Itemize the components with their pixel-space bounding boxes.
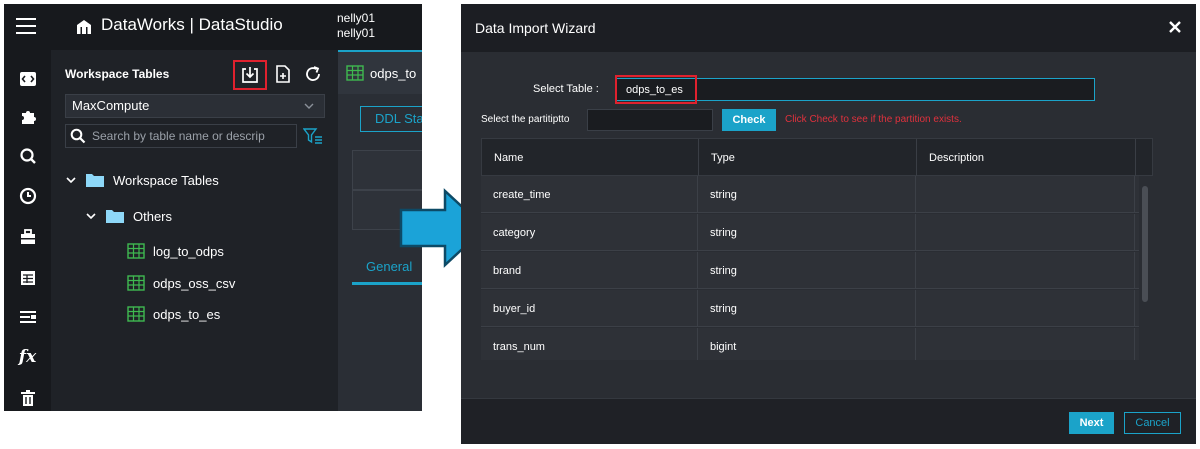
tree-table-odps-oss-csv[interactable]: odps_oss_csv xyxy=(127,275,235,291)
table-row: create_time string xyxy=(481,176,1139,213)
new-table-icon[interactable] xyxy=(273,64,293,84)
cell-description xyxy=(916,328,1135,360)
editor-form-row xyxy=(352,150,422,190)
tree-table-odps-to-es[interactable]: odps_to_es xyxy=(127,306,220,322)
partition-input[interactable] xyxy=(587,109,713,131)
trash-icon[interactable] xyxy=(4,385,51,411)
table-icon xyxy=(127,243,145,259)
user-info[interactable]: nelly01 nelly01 xyxy=(337,11,375,41)
check-hint-text: Click Check to see if the partition exis… xyxy=(785,114,962,125)
workspace-tables-panel: Workspace Tables MaxCompute Search by ta… xyxy=(51,50,338,411)
search-icon[interactable] xyxy=(4,143,51,169)
check-button[interactable]: Check xyxy=(722,109,776,131)
app-brand: DataWorks | DataStudio xyxy=(101,15,283,34)
cell-type: string xyxy=(698,176,916,213)
tree-node-label: odps_oss_csv xyxy=(153,275,236,291)
top-bar: DataWorks | DataStudio nelly01 nelly01 xyxy=(51,4,422,50)
cell-description xyxy=(916,290,1135,327)
column-header-description: Description xyxy=(917,139,1136,177)
cell-type: string xyxy=(698,290,916,327)
table-row: buyer_id string xyxy=(481,290,1139,327)
data-import-wizard-dialog: Data Import Wizard Select Table : Select… xyxy=(461,4,1196,444)
dialog-footer: Next Cancel xyxy=(461,398,1196,444)
user-account: nelly01 xyxy=(337,26,376,40)
refresh-icon[interactable] xyxy=(303,64,323,84)
editor-tab-odps-to-es[interactable]: odps_to xyxy=(338,50,422,94)
search-box xyxy=(65,124,297,148)
tab-general-indicator xyxy=(352,282,422,285)
filter-icon[interactable] xyxy=(303,127,323,145)
table-icon[interactable] xyxy=(4,265,51,291)
cell-description xyxy=(916,252,1135,289)
chevron-down-icon xyxy=(66,177,76,184)
folder-icon xyxy=(106,210,124,223)
cell-name: create_time xyxy=(481,176,698,213)
code-icon[interactable] xyxy=(4,66,51,92)
cancel-button[interactable]: Cancel xyxy=(1124,412,1181,434)
function-icon[interactable]: fx xyxy=(4,344,51,370)
select-table-input[interactable] xyxy=(615,78,1095,101)
table-icon xyxy=(127,275,145,291)
column-header-type: Type xyxy=(699,139,917,177)
partition-label: Select the partitiptto xyxy=(481,114,570,125)
user-name: nelly01 xyxy=(337,11,376,25)
engine-select-value: MaxCompute xyxy=(72,98,150,113)
puzzle-icon[interactable] xyxy=(4,104,51,130)
list-icon[interactable] xyxy=(4,304,51,330)
tree-node-label: Workspace Tables xyxy=(113,172,219,188)
ddl-statement-button[interactable]: DDL Sta xyxy=(360,106,422,132)
cell-type: bigint xyxy=(698,328,916,360)
clock-icon[interactable] xyxy=(4,183,51,209)
folder-icon xyxy=(86,174,104,187)
cell-description xyxy=(916,176,1135,213)
search-icon xyxy=(70,128,86,144)
dialog-header: Data Import Wizard xyxy=(461,4,1196,52)
tree-node-others[interactable]: Others xyxy=(85,208,172,224)
chevron-down-icon xyxy=(86,213,96,220)
table-row: brand string xyxy=(481,252,1139,289)
column-header-name: Name xyxy=(482,139,699,177)
chevron-down-icon xyxy=(304,103,314,109)
import-table-button[interactable] xyxy=(233,60,267,90)
cell-description xyxy=(916,214,1135,251)
cell-type: string xyxy=(698,252,916,289)
tree-node-label: Others xyxy=(133,208,173,224)
dataworks-logo-icon xyxy=(77,20,91,34)
cell-name: trans_num xyxy=(481,328,698,360)
tree-node-label: log_to_odps xyxy=(153,243,224,259)
cell-type: string xyxy=(698,214,916,251)
close-button[interactable] xyxy=(1164,16,1186,38)
next-button[interactable]: Next xyxy=(1069,412,1114,434)
table-header: Name Type Description xyxy=(481,138,1153,177)
table-scrollbar[interactable] xyxy=(1142,186,1148,302)
editor-tab-label: odps_to xyxy=(370,65,417,81)
cell-name: brand xyxy=(481,252,698,289)
import-icon xyxy=(242,67,258,83)
activity-bar: fx xyxy=(4,4,51,411)
tree-table-log-to-odps[interactable]: log_to_odps xyxy=(127,243,224,259)
toolbox-icon[interactable] xyxy=(4,224,51,250)
search-input[interactable] xyxy=(92,129,292,143)
table-row: trans_num bigint xyxy=(481,328,1139,360)
tree-node-label: odps_to_es xyxy=(153,306,221,322)
tree-node-workspace-tables[interactable]: Workspace Tables xyxy=(65,172,219,188)
cell-name: buyer_id xyxy=(481,290,698,327)
columns-table: Name Type Description create_time string… xyxy=(481,138,1153,360)
table-row: category string xyxy=(481,214,1139,251)
close-icon xyxy=(1169,21,1181,33)
panel-title: Workspace Tables xyxy=(65,67,170,81)
table-icon xyxy=(346,65,364,81)
table-icon xyxy=(127,306,145,322)
dataworks-window: fx DataWorks | DataStudio nelly01 nelly0… xyxy=(4,4,422,411)
menu-icon[interactable] xyxy=(16,18,36,34)
select-table-label: Select Table : xyxy=(533,83,599,95)
engine-select[interactable]: MaxCompute xyxy=(65,94,325,118)
dialog-title: Data Import Wizard xyxy=(475,20,596,36)
cell-name: category xyxy=(481,214,698,251)
